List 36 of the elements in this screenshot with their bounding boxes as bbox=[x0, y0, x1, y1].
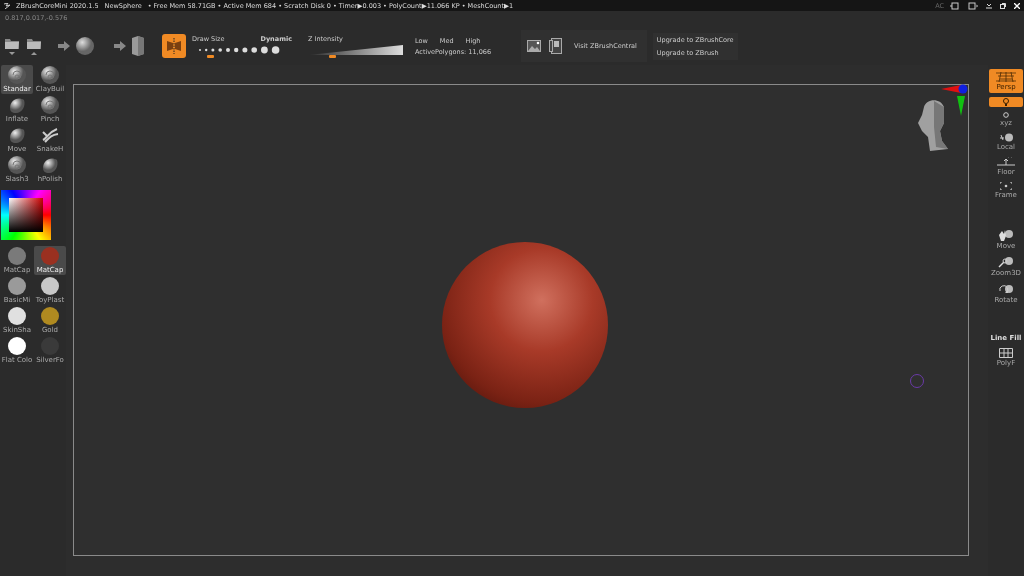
grid-icon bbox=[999, 348, 1013, 358]
arrow-icon[interactable] bbox=[58, 41, 70, 51]
head-navigation-icon[interactable] bbox=[916, 97, 950, 151]
frame-icon bbox=[1000, 182, 1012, 190]
brush-swirl-icon bbox=[8, 156, 26, 174]
image-icon[interactable] bbox=[527, 40, 542, 52]
slider-thumb[interactable] bbox=[207, 54, 214, 58]
grid-icon bbox=[996, 71, 1016, 82]
color-picker[interactable] bbox=[1, 190, 51, 240]
layout-icon[interactable] bbox=[950, 1, 960, 10]
circle-icon bbox=[1003, 112, 1009, 118]
book-icon[interactable] bbox=[549, 38, 563, 54]
app-logo-icon bbox=[4, 2, 10, 9]
sphere-icon bbox=[999, 133, 1013, 142]
sphere-icon[interactable] bbox=[76, 37, 94, 55]
symmetry-button[interactable] bbox=[162, 34, 186, 58]
rotate-icon bbox=[998, 283, 1014, 295]
save-folder-icon[interactable] bbox=[26, 36, 42, 56]
magnifier-icon bbox=[998, 256, 1014, 268]
brush-swirl-icon bbox=[41, 96, 59, 114]
layout-icon[interactable] bbox=[968, 1, 978, 10]
open-folder-icon[interactable] bbox=[4, 36, 20, 56]
slider-thumb[interactable] bbox=[328, 54, 336, 58]
hand-icon bbox=[998, 229, 1014, 241]
floor-icon bbox=[997, 157, 1015, 167]
restore-icon[interactable] bbox=[1000, 2, 1006, 9]
bulb-button[interactable] bbox=[989, 97, 1023, 107]
close-icon[interactable] bbox=[1014, 2, 1020, 9]
minimize-icon[interactable] bbox=[986, 2, 992, 9]
arrow-icon[interactable] bbox=[114, 41, 126, 51]
viewport[interactable] bbox=[73, 84, 969, 556]
brush-snake-icon bbox=[41, 126, 59, 144]
brush-swirl-icon bbox=[8, 66, 26, 84]
cylinder-icon[interactable] bbox=[132, 36, 144, 56]
bulb-icon bbox=[1002, 98, 1010, 106]
brush-swirl-icon bbox=[41, 66, 59, 84]
